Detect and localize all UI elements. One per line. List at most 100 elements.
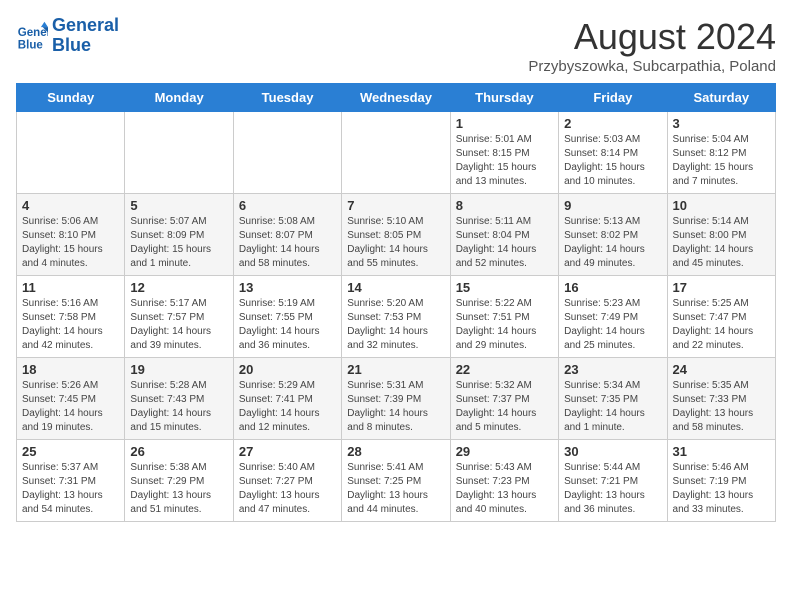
calendar-cell: 1 Sunrise: 5:01 AM Sunset: 8:15 PM Daylig…: [450, 112, 558, 194]
day-info: Sunrise: 5:19 AM Sunset: 7:55 PM Dayligh…: [239, 297, 336, 353]
day-number: 4: [22, 198, 119, 213]
calendar-cell: 19 Sunrise: 5:28 AM Sunset: 7:43 PM Dayli…: [125, 358, 233, 440]
day-number: 8: [456, 198, 553, 213]
day-info: Sunrise: 5:10 AM Sunset: 8:05 PM Dayligh…: [347, 215, 444, 271]
calendar-cell: 20 Sunrise: 5:29 AM Sunset: 7:41 PM Dayli…: [233, 358, 341, 440]
calendar-cell: 6Sunrise: 5:08 AM Sunset: 8:07 PM Daylig…: [233, 194, 341, 276]
calendar-cell: 25 Sunrise: 5:37 AM Sunset: 7:31 PM Dayli…: [17, 440, 125, 522]
calendar-cell: 30Sunrise: 5:44 AM Sunset: 7:21 PM Dayli…: [559, 440, 667, 522]
day-info: Sunrise: 5:29 AM Sunset: 7:41 PM Dayligh…: [239, 379, 336, 435]
day-info: Sunrise: 5:13 AM Sunset: 8:02 PM Dayligh…: [564, 215, 661, 271]
logo-text: General Blue: [52, 16, 119, 56]
calendar-cell: 4 Sunrise: 5:06 AM Sunset: 8:10 PM Daylig…: [17, 194, 125, 276]
calendar-cell: 5 Sunrise: 5:07 AM Sunset: 8:09 PM Daylig…: [125, 194, 233, 276]
calendar-cell: 7 Sunrise: 5:10 AM Sunset: 8:05 PM Daylig…: [342, 194, 450, 276]
day-number: 20: [239, 362, 336, 377]
logo: General Blue General Blue: [16, 16, 119, 56]
day-info: Sunrise: 5:31 AM Sunset: 7:39 PM Dayligh…: [347, 379, 444, 435]
day-number: 2: [564, 116, 661, 131]
day-info: Sunrise: 5:06 AM Sunset: 8:10 PM Dayligh…: [22, 215, 119, 271]
month-title: August 2024: [528, 16, 776, 58]
day-info: Sunrise: 5:11 AM Sunset: 8:04 PM Dayligh…: [456, 215, 553, 271]
day-info: Sunrise: 5:34 AM Sunset: 7:35 PM Dayligh…: [564, 379, 661, 435]
calendar-header: Sunday Monday Tuesday Wednesday Thursday…: [17, 84, 776, 112]
day-number: 27: [239, 444, 336, 459]
header-sunday: Sunday: [17, 84, 125, 112]
calendar-cell: 27 Sunrise: 5:40 AM Sunset: 7:27 PM Dayli…: [233, 440, 341, 522]
day-info: Sunrise: 5:35 AM Sunset: 7:33 PM Dayligh…: [673, 379, 770, 435]
location-title: Przybyszowka, Subcarpathia, Poland: [528, 58, 776, 75]
calendar-cell: [342, 112, 450, 194]
day-number: 17: [673, 280, 770, 295]
header-monday: Monday: [125, 84, 233, 112]
day-number: 10: [673, 198, 770, 213]
day-number: 6: [239, 198, 336, 213]
day-number: 15: [456, 280, 553, 295]
calendar-cell: 11 Sunrise: 5:16 AM Sunset: 7:58 PM Dayli…: [17, 276, 125, 358]
day-info: Sunrise: 5:04 AM Sunset: 8:12 PM Dayligh…: [673, 133, 770, 189]
calendar-cell: 10 Sunrise: 5:14 AM Sunset: 8:00 PM Dayli…: [667, 194, 775, 276]
day-number: 13: [239, 280, 336, 295]
day-info: Sunrise: 5:32 AM Sunset: 7:37 PM Dayligh…: [456, 379, 553, 435]
day-info: Sunrise: 5:03 AM Sunset: 8:14 PM Dayligh…: [564, 133, 661, 189]
header: General Blue General Blue August 2024 Pr…: [16, 16, 776, 75]
day-number: 11: [22, 280, 119, 295]
day-info: Sunrise: 5:28 AM Sunset: 7:43 PM Dayligh…: [130, 379, 227, 435]
calendar-week-4: 18Sunrise: 5:26 AM Sunset: 7:45 PM Dayli…: [17, 358, 776, 440]
logo-icon: General Blue: [16, 20, 48, 52]
day-number: 16: [564, 280, 661, 295]
day-info: Sunrise: 5:37 AM Sunset: 7:31 PM Dayligh…: [22, 461, 119, 517]
day-info: Sunrise: 5:40 AM Sunset: 7:27 PM Dayligh…: [239, 461, 336, 517]
day-info: Sunrise: 5:16 AM Sunset: 7:58 PM Dayligh…: [22, 297, 119, 353]
calendar-cell: 26 Sunrise: 5:38 AM Sunset: 7:29 PM Dayli…: [125, 440, 233, 522]
day-info: Sunrise: 5:41 AM Sunset: 7:25 PM Dayligh…: [347, 461, 444, 517]
day-info: Sunrise: 5:38 AM Sunset: 7:29 PM Dayligh…: [130, 461, 227, 517]
day-info: Sunrise: 5:01 AM Sunset: 8:15 PM Dayligh…: [456, 133, 553, 189]
day-number: 22: [456, 362, 553, 377]
header-thursday: Thursday: [450, 84, 558, 112]
day-info: Sunrise: 5:14 AM Sunset: 8:00 PM Dayligh…: [673, 215, 770, 271]
calendar-cell: [125, 112, 233, 194]
header-wednesday: Wednesday: [342, 84, 450, 112]
day-info: Sunrise: 5:25 AM Sunset: 7:47 PM Dayligh…: [673, 297, 770, 353]
day-number: 19: [130, 362, 227, 377]
day-number: 26: [130, 444, 227, 459]
calendar-cell: 29Sunrise: 5:43 AM Sunset: 7:23 PM Dayli…: [450, 440, 558, 522]
calendar-week-5: 25 Sunrise: 5:37 AM Sunset: 7:31 PM Dayli…: [17, 440, 776, 522]
day-number: 21: [347, 362, 444, 377]
calendar-cell: 16Sunrise: 5:23 AM Sunset: 7:49 PM Dayli…: [559, 276, 667, 358]
calendar-cell: 9Sunrise: 5:13 AM Sunset: 8:02 PM Daylig…: [559, 194, 667, 276]
header-tuesday: Tuesday: [233, 84, 341, 112]
day-info: Sunrise: 5:07 AM Sunset: 8:09 PM Dayligh…: [130, 215, 227, 271]
day-number: 5: [130, 198, 227, 213]
calendar-cell: [17, 112, 125, 194]
day-number: 25: [22, 444, 119, 459]
calendar-cell: [233, 112, 341, 194]
calendar-cell: 13 Sunrise: 5:19 AM Sunset: 7:55 PM Dayli…: [233, 276, 341, 358]
calendar-cell: 15 Sunrise: 5:22 AM Sunset: 7:51 PM Dayli…: [450, 276, 558, 358]
logo-line2: Blue: [52, 36, 119, 56]
calendar-cell: 22 Sunrise: 5:32 AM Sunset: 7:37 PM Dayli…: [450, 358, 558, 440]
svg-text:General: General: [18, 27, 48, 39]
day-info: Sunrise: 5:26 AM Sunset: 7:45 PM Dayligh…: [22, 379, 119, 435]
day-number: 31: [673, 444, 770, 459]
day-info: Sunrise: 5:22 AM Sunset: 7:51 PM Dayligh…: [456, 297, 553, 353]
calendar-week-2: 4 Sunrise: 5:06 AM Sunset: 8:10 PM Daylig…: [17, 194, 776, 276]
day-info: Sunrise: 5:44 AM Sunset: 7:21 PM Dayligh…: [564, 461, 661, 517]
calendar-cell: 21 Sunrise: 5:31 AM Sunset: 7:39 PM Dayli…: [342, 358, 450, 440]
calendar-cell: 28Sunrise: 5:41 AM Sunset: 7:25 PM Dayli…: [342, 440, 450, 522]
calendar-cell: 23Sunrise: 5:34 AM Sunset: 7:35 PM Dayli…: [559, 358, 667, 440]
calendar-table: Sunday Monday Tuesday Wednesday Thursday…: [16, 83, 776, 522]
calendar-cell: 31 Sunrise: 5:46 AM Sunset: 7:19 PM Dayli…: [667, 440, 775, 522]
calendar-cell: 2 Sunrise: 5:03 AM Sunset: 8:14 PM Daylig…: [559, 112, 667, 194]
day-number: 3: [673, 116, 770, 131]
calendar-cell: 12Sunrise: 5:17 AM Sunset: 7:57 PM Dayli…: [125, 276, 233, 358]
day-number: 14: [347, 280, 444, 295]
calendar-cell: 17 Sunrise: 5:25 AM Sunset: 7:47 PM Dayli…: [667, 276, 775, 358]
day-number: 1: [456, 116, 553, 131]
day-number: 7: [347, 198, 444, 213]
day-info: Sunrise: 5:46 AM Sunset: 7:19 PM Dayligh…: [673, 461, 770, 517]
calendar-week-1: 1 Sunrise: 5:01 AM Sunset: 8:15 PM Daylig…: [17, 112, 776, 194]
calendar-cell: 8 Sunrise: 5:11 AM Sunset: 8:04 PM Daylig…: [450, 194, 558, 276]
calendar-body: 1 Sunrise: 5:01 AM Sunset: 8:15 PM Daylig…: [17, 112, 776, 522]
